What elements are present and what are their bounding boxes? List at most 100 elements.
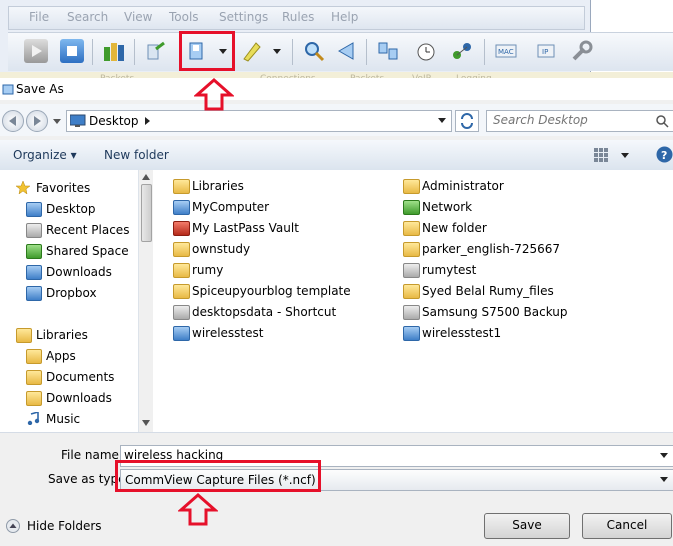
scheduler-clock-icon[interactable] xyxy=(412,39,436,63)
dialog-title-bar[interactable]: Save As xyxy=(0,78,673,100)
file-label: Syed Belal Rumy_files xyxy=(422,284,554,298)
organize-button[interactable]: Organize ▾ xyxy=(13,148,77,162)
save-icon-highlight-box xyxy=(179,31,235,71)
adapter-icon[interactable] xyxy=(102,39,126,63)
apps-library-icon xyxy=(26,349,42,364)
scroll-up-icon[interactable] xyxy=(142,174,150,180)
nav-item-dropbox[interactable]: Dropbox xyxy=(0,283,138,303)
organize-label: Organize xyxy=(13,148,67,162)
start-capture-icon[interactable] xyxy=(24,39,48,63)
back-arrow-icon xyxy=(9,116,16,126)
view-options-chevron-down-icon[interactable] xyxy=(620,152,630,160)
music-note-icon xyxy=(26,410,40,426)
change-view-icon[interactable] xyxy=(594,148,610,162)
save-options-panel: File name: Save as type: CommView Captur… xyxy=(0,432,673,546)
downloads-library-icon xyxy=(26,391,42,406)
search-icon[interactable] xyxy=(302,39,326,63)
address-bar[interactable]: Desktop xyxy=(66,110,452,132)
desktop-icon xyxy=(26,202,42,217)
nav-item-downloads-library[interactable]: Downloads xyxy=(0,388,138,408)
nav-item-documents[interactable]: Documents xyxy=(0,367,138,387)
stop-capture-icon[interactable] xyxy=(60,39,84,63)
new-folder-button[interactable]: New folder xyxy=(104,148,169,162)
recent-locations-chevron-down-icon[interactable] xyxy=(52,118,62,126)
up-arrow-annotation-icon xyxy=(194,78,234,111)
toolbar-separator xyxy=(484,39,485,65)
settings-wrench-icon[interactable] xyxy=(570,39,594,63)
jump-to-packet-icon[interactable] xyxy=(334,39,358,63)
nav-label: Desktop xyxy=(46,202,96,216)
back-button[interactable] xyxy=(2,110,24,132)
menu-search[interactable]: Search xyxy=(67,10,108,24)
address-history-chevron-down-icon[interactable] xyxy=(437,117,447,125)
cancel-button[interactable]: Cancel xyxy=(582,513,672,539)
file-label: Spiceupyourblog template xyxy=(192,284,351,298)
navigation-scrollbar[interactable] xyxy=(138,170,153,432)
nav-item-shared-space[interactable]: Shared Space xyxy=(0,241,138,261)
main-toolbar: MAC IP xyxy=(8,32,673,71)
file-label: ownstudy xyxy=(192,242,251,256)
nav-label: Recent Places xyxy=(46,223,130,237)
menu-tools[interactable]: Tools xyxy=(169,10,199,24)
search-input[interactable] xyxy=(487,111,649,129)
file-label: Administrator xyxy=(422,179,504,193)
nav-libraries-header[interactable]: Libraries xyxy=(0,325,138,345)
refresh-button[interactable] xyxy=(455,110,479,132)
toolbar-separator xyxy=(292,39,293,65)
file-label: rumytest xyxy=(422,263,477,277)
nav-item-recent-places[interactable]: Recent Places xyxy=(0,220,138,240)
dialog-title: Save As xyxy=(16,82,64,96)
svg-text:?: ? xyxy=(661,149,667,162)
save-button[interactable]: Save xyxy=(484,513,570,539)
rules-icon[interactable] xyxy=(240,39,264,63)
recent-places-icon xyxy=(26,223,42,238)
folder-icon xyxy=(173,284,190,299)
scroll-thumb[interactable] xyxy=(141,184,152,242)
search-desktop-box[interactable] xyxy=(486,110,673,132)
reconstruct-icon[interactable] xyxy=(376,39,400,63)
nav-item-music[interactable]: Music xyxy=(0,409,138,429)
organize-chevron-down-icon: ▾ xyxy=(70,148,77,162)
nav-item-downloads[interactable]: Downloads xyxy=(0,262,138,282)
svg-text:IP: IP xyxy=(542,48,548,56)
toolbar-separator xyxy=(366,39,367,65)
rules-dropdown-chevron-down-icon[interactable] xyxy=(270,39,284,63)
dropbox-icon xyxy=(26,286,42,301)
shortcut-icon xyxy=(173,305,190,320)
refresh-icon xyxy=(461,113,473,129)
user-folder-icon xyxy=(403,179,420,194)
desktop-location-icon xyxy=(70,114,86,127)
menu-rules[interactable]: Rules xyxy=(282,10,314,24)
search-icon[interactable] xyxy=(655,114,669,128)
file-name-chevron-down-icon[interactable] xyxy=(659,452,669,460)
nav-item-apps[interactable]: Apps xyxy=(0,346,138,366)
mac-alias-icon[interactable]: MAC xyxy=(494,39,518,63)
open-file-icon[interactable] xyxy=(144,39,168,63)
file-label: Samsung S7500 Backup xyxy=(422,305,568,319)
network-icon xyxy=(403,200,420,215)
menu-view[interactable]: View xyxy=(124,10,152,24)
forward-button[interactable] xyxy=(26,110,48,132)
command-bar: Organize ▾ New folder ? xyxy=(0,140,673,171)
nav-label: Downloads xyxy=(46,391,112,405)
downloads-icon xyxy=(26,265,42,280)
nav-favorites-header[interactable]: Favorites xyxy=(0,178,138,198)
nav-label: Dropbox xyxy=(46,286,97,300)
menu-help[interactable]: Help xyxy=(331,10,358,24)
file-label: MyComputer xyxy=(192,200,270,214)
scroll-down-icon[interactable] xyxy=(142,420,150,426)
toolbar-separator xyxy=(134,39,135,65)
save-as-type-chevron-down-icon[interactable] xyxy=(659,476,669,484)
breadcrumb-chevron-right-icon[interactable] xyxy=(145,117,151,125)
ip-alias-icon[interactable]: IP xyxy=(534,39,558,63)
forward-arrow-icon xyxy=(34,116,41,126)
folder-icon xyxy=(173,242,190,257)
nav-item-desktop[interactable]: Desktop xyxy=(0,199,138,219)
star-icon xyxy=(15,180,31,195)
help-icon[interactable]: ? xyxy=(656,146,673,163)
capture-file-icon xyxy=(403,326,420,341)
menu-file[interactable]: File xyxy=(29,10,49,24)
address-path[interactable]: Desktop xyxy=(89,114,139,128)
menu-settings[interactable]: Settings xyxy=(219,10,268,24)
node-statistics-icon[interactable] xyxy=(450,39,474,63)
